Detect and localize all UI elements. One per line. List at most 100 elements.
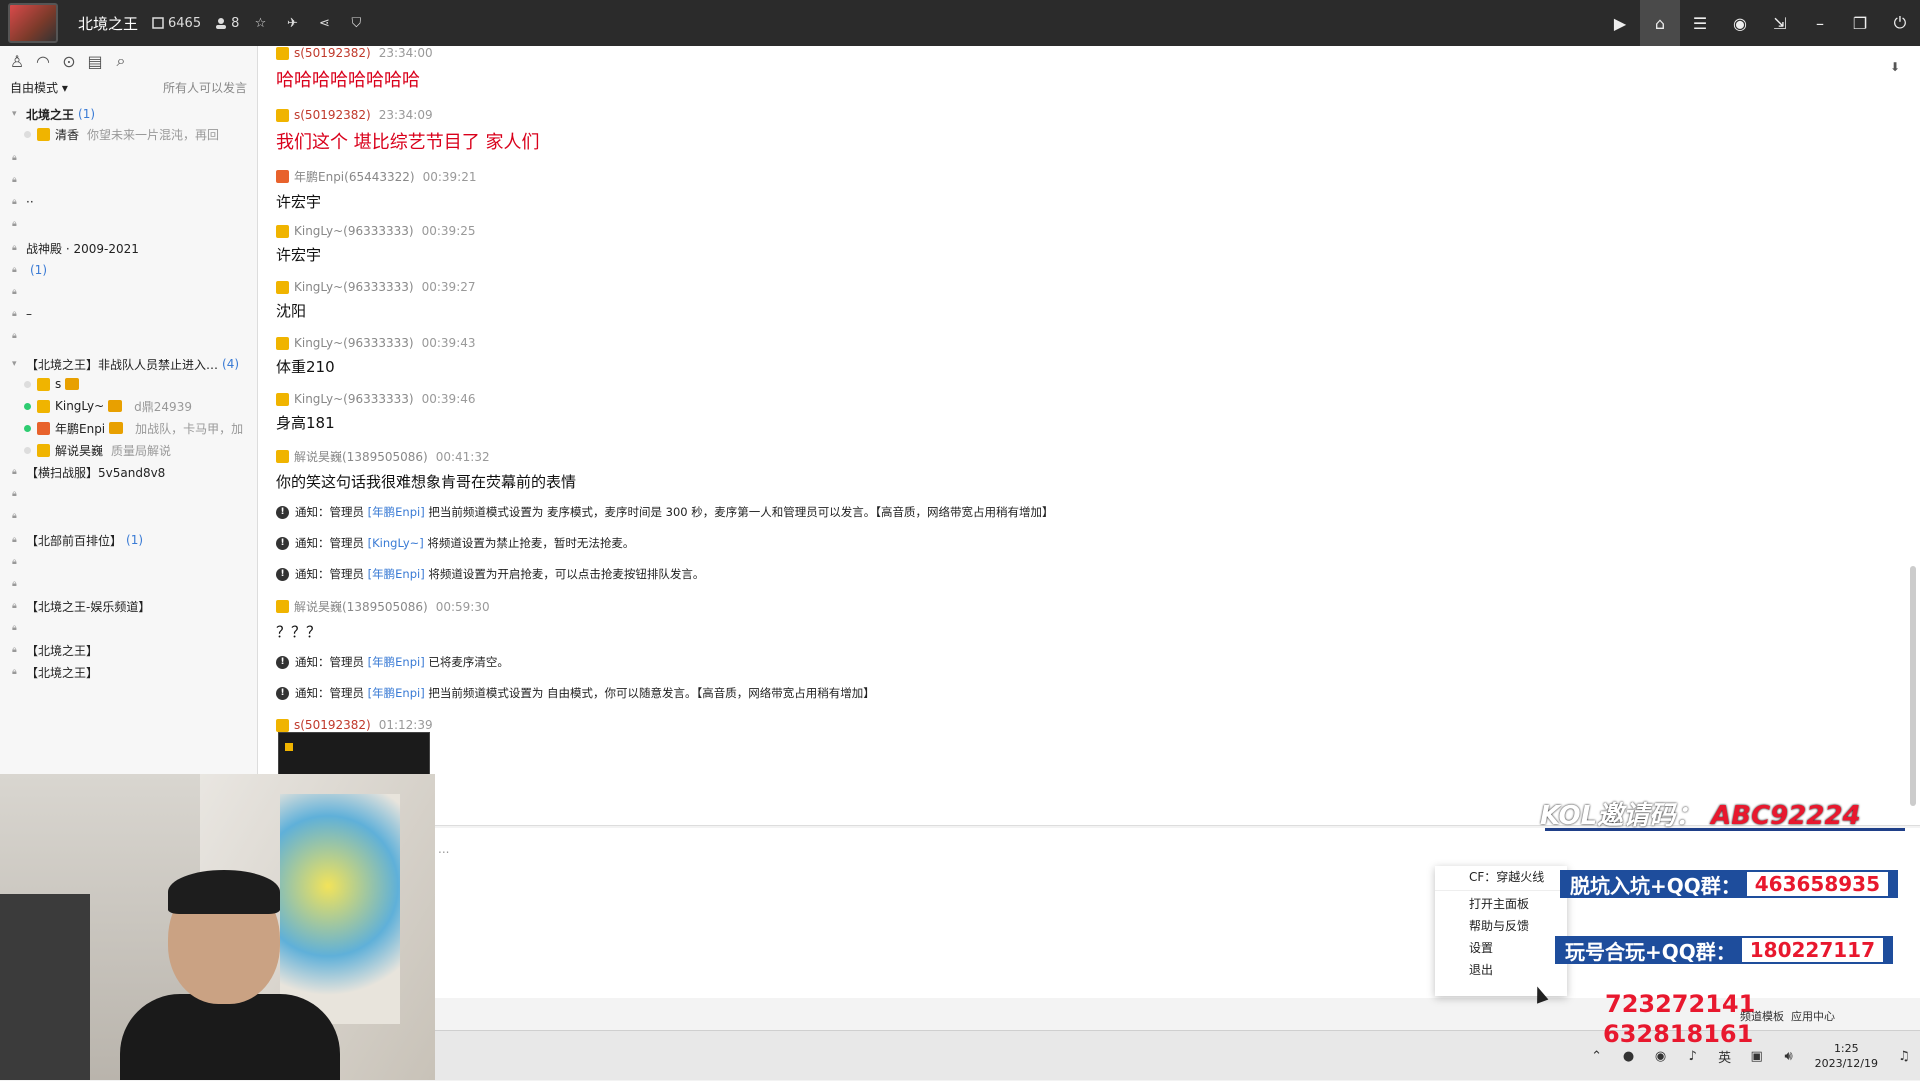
star-icon[interactable]: ☆ [249,12,271,34]
ime-indicator[interactable]: 英 [1714,1045,1736,1067]
channel-row[interactable]: 🔒︎ (1) [0,260,258,280]
menu-help[interactable]: 帮助与反馈 [1435,915,1567,937]
status-dot [24,130,31,138]
channel-row[interactable]: 🔒︎ [0,506,258,526]
minimize-icon[interactable]: – [1800,0,1840,46]
message-time: 00:39:43 [421,336,476,350]
app-icon[interactable]: ◉ [1650,1045,1672,1067]
chat-scrollbar[interactable] [1910,566,1916,806]
sender-name[interactable]: 解说昊巍(1389505086) [294,598,428,615]
system-notice: ! 通知：管理员 [年鹏Enpi] 将频道设置为开启抢麦，可以点击抢麦按钮排队发言… [276,566,704,582]
volume-icon[interactable]: 🔊︎ [1778,1045,1800,1067]
chat-message[interactable]: KingLy~(96333333) 00:39:46 身高181 [276,392,476,433]
channel-avatar[interactable] [8,3,58,43]
channel-row[interactable]: 🔒︎ 【北境之王】 [0,640,258,660]
channel-label: 【横扫战服】5v5and8v8 [26,465,166,480]
channel-row[interactable]: 🔒︎ 【北境之王-娱乐频道】 [0,596,258,616]
channel-row[interactable]: 🔒︎ [0,326,258,346]
qq-icon[interactable]: ● [1618,1045,1640,1067]
channel-row[interactable]: 🔒︎ [0,282,258,302]
sender-name[interactable]: KingLy~(96333333) [294,336,414,350]
channel-row[interactable]: 🔒︎ – [0,304,258,324]
chat-message[interactable]: 年鹏Enpi(65443322) 00:39:21 许宏宇 [276,168,477,212]
channel-row[interactable]: 🔒︎ 【北境之王】 [0,662,258,682]
channel-row[interactable]: 🔒︎ [0,170,258,190]
channel-row[interactable]: ▾ 【北境之王】非战队人员禁止进入… (4) [0,354,258,374]
sender-name[interactable]: KingLy~(96333333) [294,280,414,294]
video-icon[interactable]: ▶ [1600,0,1640,46]
sender-name[interactable]: KingLy~(96333333) [294,224,414,238]
chat-message[interactable]: 解说昊巍(1389505086) 00:59:30 ？？？ [276,598,490,642]
tray-menu: CF：穿越火线 打开主面板 帮助与反馈 设置 退出 [1435,866,1567,996]
restore-icon[interactable]: ❐ [1840,0,1880,46]
gamepad-icon[interactable]: ◉ [1720,0,1760,46]
notice-user-link[interactable]: [年鹏Enpi] [368,654,425,670]
sender-name[interactable]: 解说昊巍(1389505086) [294,448,428,465]
menu-settings[interactable]: 设置 [1435,937,1567,959]
painting [280,794,400,1024]
channel-row[interactable]: 🔒︎ [0,618,258,638]
message-text: 我们这个 堪比综艺节目了 家人们 [276,132,540,153]
channel-row[interactable]: 🔒︎ [0,148,258,168]
channel-row[interactable]: 🔒︎ ·· [0,192,258,212]
lock-icon: 🔒︎ [12,511,17,521]
channel-row[interactable]: 🔒︎ 【横扫战服】5v5and8v8 [0,462,258,482]
qq1-number: 463658935 [1746,872,1889,896]
channel-row[interactable]: 🔒︎ 【北部前百排位】 (1) [0,530,258,550]
channel-row[interactable]: 🔒︎ [0,552,258,572]
chat-message[interactable]: KingLy~(96333333) 00:39:27 沈阳 [276,280,476,321]
download-icon[interactable]: ⇲ [1760,0,1800,46]
notice-user-link[interactable]: [年鹏Enpi] [368,566,425,582]
plane-icon[interactable]: ✈ [281,12,303,34]
qq2-number: 180227117 [1741,938,1884,962]
chat-message[interactable]: s(50192382) 23:34:00 哈哈哈哈哈哈哈哈 [276,46,433,92]
sender-name[interactable]: s(50192382) [294,46,371,60]
sender-name[interactable]: s(50192382) [294,718,371,732]
sender-name[interactable]: s(50192382) [294,108,371,122]
scroll-down-icon[interactable]: ⬇ [1890,60,1906,76]
network-icon[interactable]: ▣ [1746,1045,1768,1067]
chat-panel: ⬇ s(50192382) 23:34:00 哈哈哈哈哈哈哈哈 s(50192382)… [258,46,1920,826]
list-icon[interactable]: ☰ [1680,0,1720,46]
notification-icon[interactable]: ♫ [1893,1045,1915,1067]
clock[interactable]: 1:25 2023/12/19 [1815,1041,1878,1071]
notes-icon[interactable]: ▤ [86,52,104,71]
room-icon [152,17,164,29]
shield-icon[interactable]: ⛉ [345,12,367,34]
search-icon[interactable]: ⌕ [112,51,130,70]
home-icon[interactable]: ⌂ [1640,0,1680,46]
channel-row[interactable]: 🔒︎ 战神殿 · 2009-2021 [0,238,258,258]
chat-message[interactable]: KingLy~(96333333) 00:39:25 许宏宇 [276,224,476,265]
channel-row[interactable]: ▾ 北境之王 (1) [0,104,258,124]
chat-message[interactable]: 解说昊巍(1389505086) 00:41:32 你的笑这句话我很难想象肯哥在荧幕… [276,448,576,492]
location-icon[interactable]: ⊙ [60,52,78,71]
message-input-area[interactable]: ... [258,828,1920,998]
user-row[interactable]: KingLy~ d鼎24939 [0,396,258,416]
channel-row[interactable]: 🔒︎ [0,214,258,234]
menu-open-main[interactable]: 打开主面板 [1435,893,1567,915]
mode-dropdown[interactable]: 自由模式 ▾ [10,79,68,96]
power-icon[interactable]: ⏻ [1880,0,1920,46]
user-row[interactable]: 清香 你望未来一片混沌，再回 [0,124,258,144]
user-row[interactable]: 年鹏Enpi 加战队，卡马甲，加 [0,418,258,438]
user-row[interactable]: 解说昊巍 质量局解说 [0,440,258,460]
channel-row[interactable]: 🔒︎ [0,574,258,594]
headset-icon[interactable]: ◠ [34,52,52,71]
sender-name[interactable]: KingLy~(96333333) [294,392,414,406]
notice-user-link[interactable]: [年鹏Enpi] [368,685,425,701]
app-center-label[interactable]: 频道模板 应用中心 [1740,1008,1835,1024]
chevron-up-icon[interactable]: ⌃ [1586,1045,1608,1067]
chat-message[interactable]: KingLy~(96333333) 00:39:43 体重210 [276,336,476,377]
notice-user-link[interactable]: [KingLy~] [368,536,424,550]
user-row[interactable]: s [0,374,258,394]
notice-user-link[interactable]: [年鹏Enpi] [368,504,425,520]
mic-icon[interactable]: ♪ [1682,1045,1704,1067]
sender-name[interactable]: 年鹏Enpi(65443322) [294,168,415,185]
image-attachment[interactable] [278,732,430,776]
rank-icon [276,450,289,463]
chat-message[interactable]: s(50192382) 23:34:09 我们这个 堪比综艺节目了 家人们 [276,108,539,154]
share-icon[interactable]: ⋖ [313,12,335,34]
channel-row[interactable]: 🔒︎ [0,484,258,504]
person-icon[interactable]: ♙ [8,52,26,71]
menu-exit[interactable]: 退出 [1435,959,1567,981]
